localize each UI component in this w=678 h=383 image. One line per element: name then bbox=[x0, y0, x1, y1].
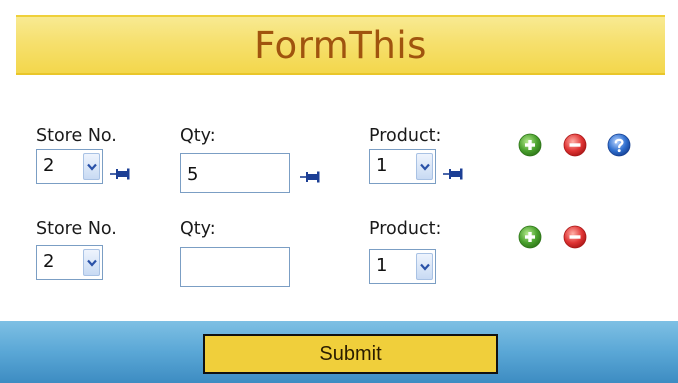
pin-icon[interactable] bbox=[300, 171, 321, 183]
qty-value: 5 bbox=[187, 164, 199, 185]
page-title: FormThis bbox=[254, 24, 427, 67]
store-no-value: 2 bbox=[43, 155, 55, 176]
pin-icon[interactable] bbox=[110, 168, 131, 180]
add-icon[interactable] bbox=[518, 133, 542, 157]
chevron-down-icon bbox=[87, 259, 97, 267]
chevron-down-icon bbox=[420, 163, 430, 171]
qty-label: Qty: bbox=[180, 126, 216, 146]
store-no-select-row-2[interactable]: 2 bbox=[36, 245, 103, 280]
product-select-row-2[interactable]: 1 bbox=[369, 249, 436, 284]
product-label: Product: bbox=[369, 126, 442, 146]
dropdown-button[interactable] bbox=[416, 253, 433, 280]
qty-input-row-2[interactable] bbox=[180, 247, 290, 287]
store-no-select-row-1[interactable]: 2 bbox=[36, 149, 103, 184]
qty-label: Qty: bbox=[180, 219, 216, 239]
store-no-label: Store No. bbox=[36, 219, 117, 239]
chevron-down-icon bbox=[420, 263, 430, 271]
store-no-label: Store No. bbox=[36, 126, 117, 146]
product-value: 1 bbox=[376, 155, 388, 176]
add-icon[interactable] bbox=[518, 225, 542, 249]
store-no-value: 2 bbox=[43, 251, 55, 272]
qty-input-row-1[interactable]: 5 bbox=[180, 153, 290, 193]
chevron-down-icon bbox=[87, 163, 97, 171]
dropdown-button[interactable] bbox=[83, 249, 100, 276]
remove-icon[interactable] bbox=[563, 133, 587, 157]
help-icon[interactable] bbox=[607, 133, 631, 157]
remove-icon[interactable] bbox=[563, 225, 587, 249]
dropdown-button[interactable] bbox=[83, 153, 100, 180]
submit-button[interactable]: Submit bbox=[203, 334, 498, 374]
pin-icon[interactable] bbox=[443, 168, 464, 180]
product-select-row-1[interactable]: 1 bbox=[369, 149, 436, 184]
product-value: 1 bbox=[376, 255, 388, 276]
dropdown-button[interactable] bbox=[416, 153, 433, 180]
title-banner: FormThis bbox=[16, 15, 665, 75]
product-label: Product: bbox=[369, 219, 442, 239]
